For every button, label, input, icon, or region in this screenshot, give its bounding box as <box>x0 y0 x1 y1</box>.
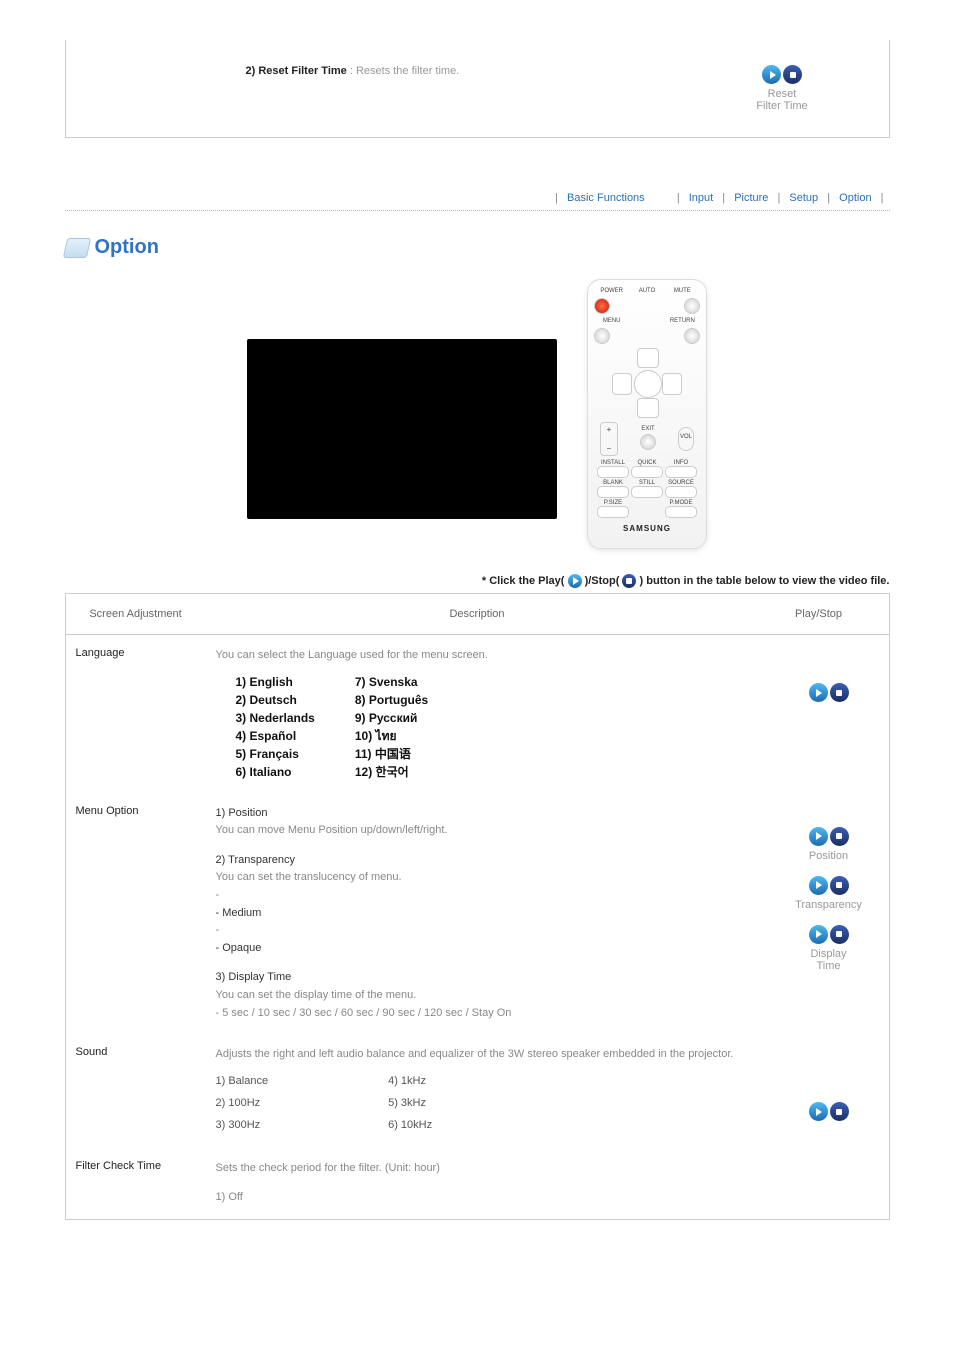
display-time-options: - 5 sec / 10 sec / 30 sec / 60 sec / 90 … <box>216 1005 759 1023</box>
instruction-line: * Click the Play( )/Stop( ) button in th… <box>65 574 890 588</box>
reset-filter-label: 2) Reset Filter Time <box>246 65 347 77</box>
language-intro: You can select the Language used for the… <box>216 647 759 665</box>
reset-filter-desc: : Resets the filter time. <box>350 65 459 77</box>
position-caption: Position <box>769 850 889 862</box>
crumb-basic-functions[interactable]: Basic Functions <box>567 192 645 204</box>
crumb-setup[interactable]: Setup <box>789 192 818 204</box>
stop-icon <box>830 827 849 846</box>
transparency-heading: 2) Transparency <box>216 852 759 870</box>
stop-icon <box>622 574 636 588</box>
stop-icon <box>830 683 849 702</box>
table-header: Screen Adjustment Description Play/Stop <box>66 594 889 635</box>
header-screen-adjustment: Screen Adjustment <box>66 594 206 634</box>
display-time-desc: You can set the display time of the menu… <box>216 987 759 1005</box>
row-label-language: Language <box>76 647 125 659</box>
filter-intro: Sets the check period for the filter. (U… <box>216 1160 759 1178</box>
crumb-picture[interactable]: Picture <box>734 192 768 204</box>
language-playstop[interactable] <box>809 683 849 702</box>
sound-intro: Adjusts the right and left audio balance… <box>216 1046 759 1064</box>
sound-playstop[interactable] <box>809 1102 849 1121</box>
breadcrumb: | Basic Functions | Input | Picture | Se… <box>65 188 890 211</box>
crumb-option[interactable]: Option <box>839 192 871 204</box>
display-caption-1: Display <box>769 948 889 960</box>
display-time-heading: 3) Display Time <box>216 969 759 987</box>
mute-icon <box>684 298 700 314</box>
table-row: Language You can select the Language use… <box>66 635 889 793</box>
section-title: Option <box>95 236 159 259</box>
play-icon <box>568 574 582 588</box>
brand-label: SAMSUNG <box>594 524 700 533</box>
play-icon <box>809 876 828 895</box>
header-play-stop: Play/Stop <box>749 594 889 634</box>
position-playstop[interactable] <box>809 827 849 846</box>
transparency-desc: You can set the translucency of menu. <box>216 869 759 887</box>
power-icon <box>594 298 610 314</box>
play-icon <box>809 827 828 846</box>
play-icon <box>809 925 828 944</box>
sound-col-a: 1) Balance 2) 100Hz 3) 300Hz <box>216 1070 269 1136</box>
display-caption-2: Time <box>769 960 889 972</box>
row-label-sound: Sound <box>76 1046 108 1058</box>
crumb-input[interactable]: Input <box>689 192 713 204</box>
language-col-1: 1) English 2) Deutsch 3) Nederlands 4) E… <box>236 673 315 781</box>
transparency-playstop[interactable] <box>809 876 849 895</box>
play-icon <box>809 683 828 702</box>
sound-col-b: 4) 1kHz 5) 3kHz 6) 10kHz <box>388 1070 432 1136</box>
table-row: Menu Option 1) Position You can move Men… <box>66 793 889 1035</box>
position-desc: You can move Menu Position up/down/left/… <box>216 822 759 840</box>
reset-filter-playstop[interactable] <box>762 65 802 84</box>
position-heading: 1) Position <box>216 805 759 823</box>
row-label-filter-check-time: Filter Check Time <box>76 1160 162 1172</box>
language-col-2: 7) Svenska 8) Português 9) Русский 10) ไ… <box>355 673 428 781</box>
remote-control-illustration: POWERAUTOMUTE MENURETURN +− EXIT <box>587 279 707 549</box>
play-icon <box>809 1102 828 1121</box>
header-description: Description <box>206 594 749 634</box>
stop-icon <box>830 1102 849 1121</box>
options-table: Screen Adjustment Description Play/Stop … <box>65 593 890 1220</box>
preview-screen <box>247 339 557 519</box>
table-row: Filter Check Time Sets the check period … <box>66 1148 889 1219</box>
table-row: Sound Adjusts the right and left audio b… <box>66 1034 889 1148</box>
filter-item-off: 1) Off <box>216 1189 759 1207</box>
display-time-playstop[interactable] <box>809 925 849 944</box>
top-reset-filter-box: 2) Reset Filter Time : Resets the filter… <box>65 40 890 138</box>
transparency-caption: Transparency <box>769 899 889 911</box>
folder-icon <box>62 238 90 258</box>
stop-icon <box>830 876 849 895</box>
play-icon <box>762 65 781 84</box>
section-header-option: Option <box>65 236 890 259</box>
stop-icon <box>830 925 849 944</box>
row-label-menu-option: Menu Option <box>76 805 139 817</box>
stop-icon <box>783 65 802 84</box>
reset-filter-caption-2: Filter Time <box>676 100 889 112</box>
reset-filter-caption-1: Reset <box>676 88 889 100</box>
